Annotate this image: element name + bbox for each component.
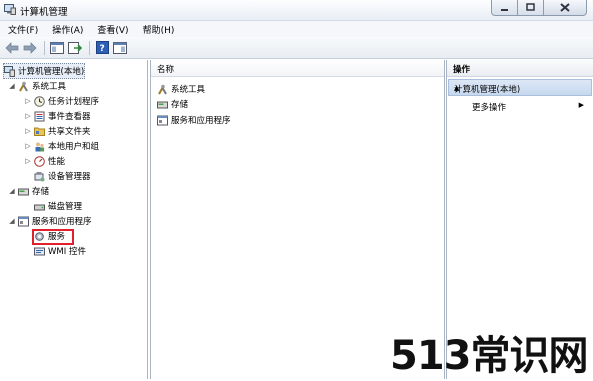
more-actions-link[interactable]: 更多操作 — [472, 101, 506, 113]
list-item-storage[interactable]: 存储 — [157, 97, 188, 111]
tree-item-system-tools[interactable]: ◢ 系统工具 — [8, 79, 66, 93]
expanded-arrow-icon[interactable]: ◢ — [8, 217, 16, 225]
tree-item-label: 本地用户和组 — [48, 142, 100, 152]
tree-item-local-users-groups[interactable]: ▷ 本地用户和组 — [24, 139, 99, 153]
users-icon — [35, 142, 45, 151]
toolbar-separator — [89, 40, 90, 55]
show-hide-tree-button[interactable] — [49, 40, 65, 56]
collapse-up-icon[interactable]: ▲ — [454, 84, 585, 92]
collapsed-arrow-icon[interactable]: ▷ — [24, 157, 32, 165]
tree-item-label: 磁盘管理 — [48, 202, 83, 212]
tree-item-event-viewer[interactable]: ▷ 事件查看器 — [24, 109, 91, 123]
column-header-label: 名称 — [157, 65, 175, 75]
event-log-icon — [34, 111, 45, 121]
menu-bar: 文件(F) 操作(A) 查看(V) 帮助(H) — [0, 21, 593, 37]
collapsed-arrow-icon[interactable]: ▷ — [24, 127, 32, 135]
export-icon — [68, 41, 82, 54]
expanded-arrow-icon[interactable]: ◢ — [8, 187, 16, 195]
actions-selected-group[interactable]: 计算机管理(本地) ▲ — [448, 79, 592, 96]
list-item-label: 系统工具 — [171, 85, 206, 95]
expanded-arrow-icon[interactable]: ◢ — [8, 82, 16, 90]
tree-item-label: 共享文件夹 — [48, 127, 91, 137]
actions-header: 操作 — [447, 60, 593, 77]
close-button[interactable] — [544, 0, 587, 16]
console-tree-pane: 计算机管理(本地) ◢ 系统工具 ▷ 任务计划程序 ▷ 事件查看器 ▷ 共享文件… — [0, 60, 148, 379]
window-title: 计算机管理 — [20, 7, 68, 18]
console-tree-icon — [50, 41, 64, 54]
tree-item-task-scheduler[interactable]: ▷ 任务计划程序 — [24, 94, 99, 108]
tools-icon — [19, 81, 28, 91]
tree-item-device-manager[interactable]: 设备管理器 — [34, 169, 91, 183]
services-applications-icon — [18, 216, 29, 226]
forward-arrow-icon — [23, 41, 37, 54]
minimize-icon — [501, 9, 508, 11]
tree-item-label: 系统工具 — [32, 82, 67, 92]
menu-action[interactable]: 操作(A) — [44, 23, 89, 36]
tree-item-label: 服务和应用程序 — [32, 217, 92, 227]
collapsed-arrow-icon[interactable]: ▷ — [24, 112, 32, 120]
clock-icon — [34, 95, 45, 107]
tree-item-label: 存储 — [32, 187, 50, 197]
wmi-control-icon — [34, 247, 45, 255]
list-item-services-applications[interactable]: 服务和应用程序 — [157, 113, 231, 127]
minimize-button[interactable] — [491, 0, 518, 16]
name-column-header[interactable]: 名称 — [151, 60, 444, 77]
svg-text:?: ? — [99, 44, 104, 54]
tree-item-label: 任务计划程序 — [48, 97, 100, 107]
menu-view[interactable]: 查看(V) — [89, 23, 134, 36]
help-icon: ? — [95, 41, 109, 54]
tree-item-label: WMI 控件 — [48, 247, 86, 257]
disk-icon — [34, 204, 45, 210]
services-highlight-box — [32, 229, 74, 245]
collapsed-arrow-icon[interactable]: ▷ — [24, 97, 32, 105]
tree-item-label: 计算机管理(本地) — [18, 67, 85, 77]
close-icon — [560, 3, 570, 12]
maximize-icon — [526, 3, 535, 11]
services-applications-icon — [157, 115, 168, 125]
help-button[interactable]: ? — [94, 40, 110, 56]
back-arrow-icon — [5, 41, 19, 54]
forward-button[interactable] — [22, 40, 38, 56]
maximize-button[interactable] — [518, 0, 544, 16]
properties-button[interactable] — [112, 40, 128, 56]
tree-item-shared-folders[interactable]: ▷ 共享文件夹 — [24, 124, 91, 138]
computer-management-icon — [4, 65, 15, 77]
tree-item-label: 设备管理器 — [48, 172, 91, 182]
tree-item-services-applications[interactable]: ◢ 服务和应用程序 — [8, 214, 92, 228]
tree-item-performance[interactable]: ▷ 性能 — [24, 154, 65, 168]
device-manager-icon — [34, 171, 45, 181]
actions-header-label: 操作 — [453, 65, 471, 75]
title-bar: 计算机管理 — [0, 0, 593, 21]
menu-help[interactable]: 帮助(H) — [135, 23, 181, 36]
collapsed-arrow-icon[interactable]: ▷ — [24, 142, 32, 150]
shared-folder-icon — [34, 127, 45, 136]
storage-icon — [18, 188, 29, 195]
computer-management-icon — [4, 4, 16, 15]
toolbar-separator — [44, 40, 45, 55]
storage-icon — [157, 101, 168, 108]
tree-item-disk-management[interactable]: 磁盘管理 — [34, 199, 82, 213]
list-item-system-tools[interactable]: 系统工具 — [157, 82, 205, 96]
menu-file[interactable]: 文件(F) — [0, 23, 44, 36]
tree-item-wmi-control[interactable]: WMI 控件 — [34, 244, 86, 258]
submenu-arrow-icon[interactable]: ▶ — [579, 101, 584, 109]
export-list-button[interactable] — [67, 40, 83, 56]
properties-pane-icon — [113, 41, 127, 54]
list-item-label: 存储 — [171, 100, 189, 110]
tools-icon — [158, 84, 167, 94]
tree-item-computer-management[interactable]: 计算机管理(本地) — [3, 63, 86, 79]
list-item-label: 服务和应用程序 — [171, 116, 231, 126]
window-controls — [491, 0, 587, 16]
performance-gauge-icon — [34, 155, 45, 167]
tree-item-label: 事件查看器 — [48, 112, 91, 122]
tree-item-label: 性能 — [48, 157, 66, 167]
back-button[interactable] — [4, 40, 20, 56]
toolbar: ? — [0, 37, 593, 59]
watermark-text: 513常识网 — [390, 333, 588, 379]
tree-item-storage[interactable]: ◢ 存储 — [8, 184, 49, 198]
